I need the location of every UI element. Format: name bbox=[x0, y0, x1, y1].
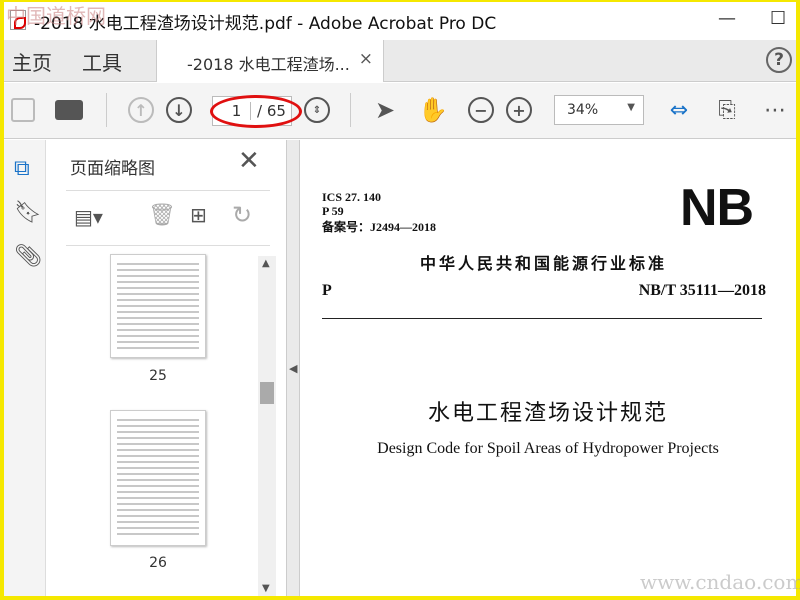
acrobat-window: -2018 水电工程渣场设计规范.pdf - Adobe Acrobat Pro… bbox=[4, 2, 796, 596]
chevron-left-icon: ◀ bbox=[289, 362, 298, 375]
zoom-value: 34% bbox=[567, 102, 599, 118]
page-thumbnails-icon[interactable]: ⧉ bbox=[14, 156, 30, 181]
standard-organization: 中华人民共和国能源行业标准 bbox=[420, 254, 668, 273]
chevron-down-icon: ▼ bbox=[627, 102, 635, 113]
document-title-zh: 水电工程渣场设计规范 bbox=[427, 401, 668, 426]
page-number-label: 26 bbox=[149, 555, 167, 571]
thumbnail-page-25[interactable] bbox=[110, 254, 206, 358]
nb-logo: NB bbox=[680, 179, 754, 237]
ics-code: ICS 27. 140 bbox=[322, 190, 382, 204]
document-tab-label: -2018 水电工程渣场... bbox=[187, 55, 350, 74]
more-tools-icon[interactable]: ⋯ bbox=[760, 95, 790, 125]
hand-tool-icon[interactable]: ✋ bbox=[418, 95, 448, 125]
tab-bar: 主页 工具 -2018 水电工程渣场... × ? bbox=[4, 40, 796, 82]
maximize-button[interactable]: ☐ bbox=[770, 8, 786, 29]
attachment-icon[interactable]: 📎︎ bbox=[14, 244, 42, 269]
p-label: P bbox=[322, 282, 332, 299]
save-icon[interactable] bbox=[8, 95, 38, 125]
red-annotation-circle bbox=[210, 95, 302, 128]
document-title-en: Design Code for Spoil Areas of Hydropowe… bbox=[377, 440, 719, 457]
left-navigation-rail: ⧉ 🔖︎ 📎︎ bbox=[4, 140, 46, 596]
rotate-icon[interactable]: ↻ bbox=[232, 201, 252, 229]
insert-page-icon[interactable]: ⊞ bbox=[190, 203, 207, 227]
minimize-button[interactable]: — bbox=[718, 8, 736, 29]
tab-home[interactable]: 主页 bbox=[12, 47, 52, 76]
scrollbar-thumb[interactable] bbox=[260, 382, 274, 404]
delete-icon[interactable]: 🗑︎ bbox=[148, 203, 176, 228]
zoom-scroll-icon[interactable]: ⇕ bbox=[302, 95, 332, 125]
standard-number: NB/T 35111—2018 bbox=[638, 282, 766, 299]
thumbnail-tools: ▤▾ 🗑︎ ⊞ ↻ bbox=[66, 190, 270, 246]
thumbnail-scrollbar[interactable]: ▲ ▼ bbox=[258, 256, 276, 596]
options-menu-icon[interactable]: ▤▾ bbox=[74, 205, 103, 229]
toolbar: ↑ ↓ 1 / 65 ⇕ ➤ ✋ − + 34% ▼ ⇔ ⎘ ⋯ bbox=[4, 83, 796, 139]
thumbnails-panel: 页面缩略图 ✕ ▤▾ 🗑︎ ⊞ ↻ 25 26 ▲ ▼ bbox=[46, 140, 286, 596]
close-tab-icon[interactable]: × bbox=[359, 49, 373, 69]
select-cursor-icon[interactable]: ➤ bbox=[370, 95, 400, 125]
print-icon[interactable] bbox=[54, 95, 84, 125]
tab-tools[interactable]: 工具 bbox=[82, 47, 122, 76]
zoom-in-button[interactable]: + bbox=[504, 95, 534, 125]
scroll-down-icon[interactable]: ▼ bbox=[262, 583, 270, 594]
document-page: ICS 27. 140 P 59 备案号：J2494—2018 NB 中华人民共… bbox=[300, 140, 796, 596]
p-code: P 59 bbox=[322, 204, 344, 218]
page-number-label: 25 bbox=[149, 368, 167, 384]
previous-page-button[interactable]: ↑ bbox=[126, 95, 156, 125]
rotate-view-icon[interactable]: ⎘ bbox=[712, 95, 742, 125]
thumbnail-page-26[interactable] bbox=[110, 410, 206, 546]
title-bar: -2018 水电工程渣场设计规范.pdf - Adobe Acrobat Pro… bbox=[4, 2, 796, 40]
bookmark-icon[interactable]: 🔖︎ bbox=[14, 200, 42, 225]
tab-document[interactable]: -2018 水电工程渣场... × bbox=[156, 40, 384, 82]
collapse-panel-handle[interactable]: ◀ bbox=[286, 140, 300, 596]
divider bbox=[322, 318, 762, 319]
divider bbox=[350, 93, 351, 127]
help-icon[interactable]: ? bbox=[766, 47, 792, 73]
divider bbox=[106, 93, 107, 127]
watermark-bottom: www.cndao.com bbox=[640, 570, 800, 594]
scroll-up-icon[interactable]: ▲ bbox=[262, 258, 270, 269]
panel-title: 页面缩略图 bbox=[70, 159, 155, 179]
watermark-top: 中国道桥网 bbox=[6, 4, 106, 28]
close-panel-icon[interactable]: ✕ bbox=[238, 146, 260, 176]
next-page-button[interactable]: ↓ bbox=[164, 95, 194, 125]
record-number: 备案号：J2494—2018 bbox=[322, 220, 437, 234]
zoom-level-select[interactable]: 34% ▼ bbox=[554, 95, 644, 125]
fit-width-icon[interactable]: ⇔ bbox=[664, 95, 694, 125]
zoom-out-button[interactable]: − bbox=[466, 95, 496, 125]
